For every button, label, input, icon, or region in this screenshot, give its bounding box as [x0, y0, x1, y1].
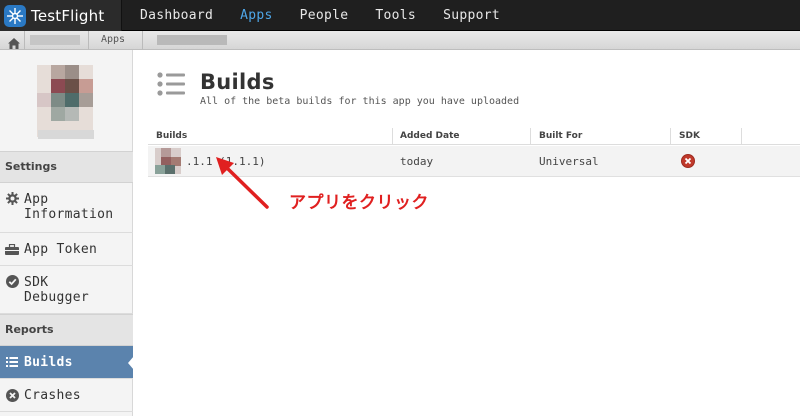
toolbox-icon: [0, 243, 24, 255]
active-indicator: [128, 356, 134, 370]
column-separator: [670, 128, 671, 145]
column-separator: [741, 128, 742, 145]
brand-name: TestFlight: [31, 6, 105, 25]
built-for-cell: Universal: [539, 155, 599, 168]
added-date-cell: today: [400, 155, 434, 168]
annotation-text: アプリをクリック: [289, 193, 429, 213]
column-header-added-date[interactable]: Added Date: [400, 131, 459, 141]
sidebar-item-label: Crashes: [24, 387, 81, 403]
breadcrumb-team-redacted[interactable]: [30, 35, 80, 45]
main-nav: Dashboard Apps People Tools Support: [140, 0, 527, 31]
list-icon: [0, 357, 24, 367]
column-header-sdk[interactable]: SDK: [679, 131, 700, 141]
x-circle-icon: [0, 388, 24, 402]
list-icon: [157, 72, 185, 100]
sdk-error-icon: [681, 154, 695, 171]
nav-dashboard[interactable]: Dashboard: [140, 0, 213, 31]
page-subtitle: All of the beta builds for this app you …: [200, 96, 520, 107]
sidebar-item-app-token[interactable]: App Token: [0, 233, 133, 266]
gear-icon: [0, 192, 24, 205]
check-circle-icon: [0, 275, 24, 288]
page-title: Builds: [200, 70, 275, 94]
nav-tools[interactable]: Tools: [375, 0, 416, 31]
nav-people[interactable]: People: [300, 0, 349, 31]
sidebar-item-sdk-debugger[interactable]: SDK Debugger: [0, 266, 133, 314]
sidebar-item-crashes[interactable]: Crashes: [0, 379, 133, 412]
column-header-builds[interactable]: Builds: [156, 131, 187, 141]
breadcrumb-separator: [88, 31, 89, 50]
breadcrumb-separator: [142, 31, 143, 50]
breadcrumb-separator: [24, 31, 25, 50]
sidebar-item-builds[interactable]: Builds: [0, 346, 134, 379]
section-settings: Settings: [0, 151, 133, 183]
app-icon-redacted: [37, 65, 93, 137]
breadcrumb-app-redacted[interactable]: [157, 35, 227, 45]
top-navbar: TestFlight Dashboard Apps People Tools S…: [0, 0, 800, 31]
column-separator: [392, 128, 393, 145]
builds-table-header: Builds Added Date Built For SDK: [148, 128, 800, 145]
app-name-redacted: [38, 130, 94, 139]
build-app-icon-redacted[interactable]: [155, 148, 181, 174]
annotation-arrow-icon: [212, 155, 272, 215]
breadcrumb-apps[interactable]: Apps: [101, 34, 125, 45]
testflight-logo-icon: [4, 4, 26, 27]
sidebar-item-label: SDK Debugger: [24, 275, 90, 305]
brand[interactable]: TestFlight: [0, 0, 122, 31]
column-separator: [530, 128, 531, 145]
column-header-built-for[interactable]: Built For: [539, 131, 582, 141]
sidebar-item-label: Builds: [24, 354, 73, 370]
sidebar-item-label: App Token: [24, 241, 98, 257]
nav-apps[interactable]: Apps: [240, 0, 273, 31]
section-reports: Reports: [0, 314, 133, 346]
sidebar-item-label: App Information: [24, 192, 114, 222]
sidebar: Settings App Information App Token SDK Deb…: [0, 50, 134, 416]
nav-support[interactable]: Support: [443, 0, 500, 31]
breadcrumb: Apps: [0, 31, 800, 50]
sidebar-item-app-information[interactable]: App Information: [0, 183, 133, 233]
